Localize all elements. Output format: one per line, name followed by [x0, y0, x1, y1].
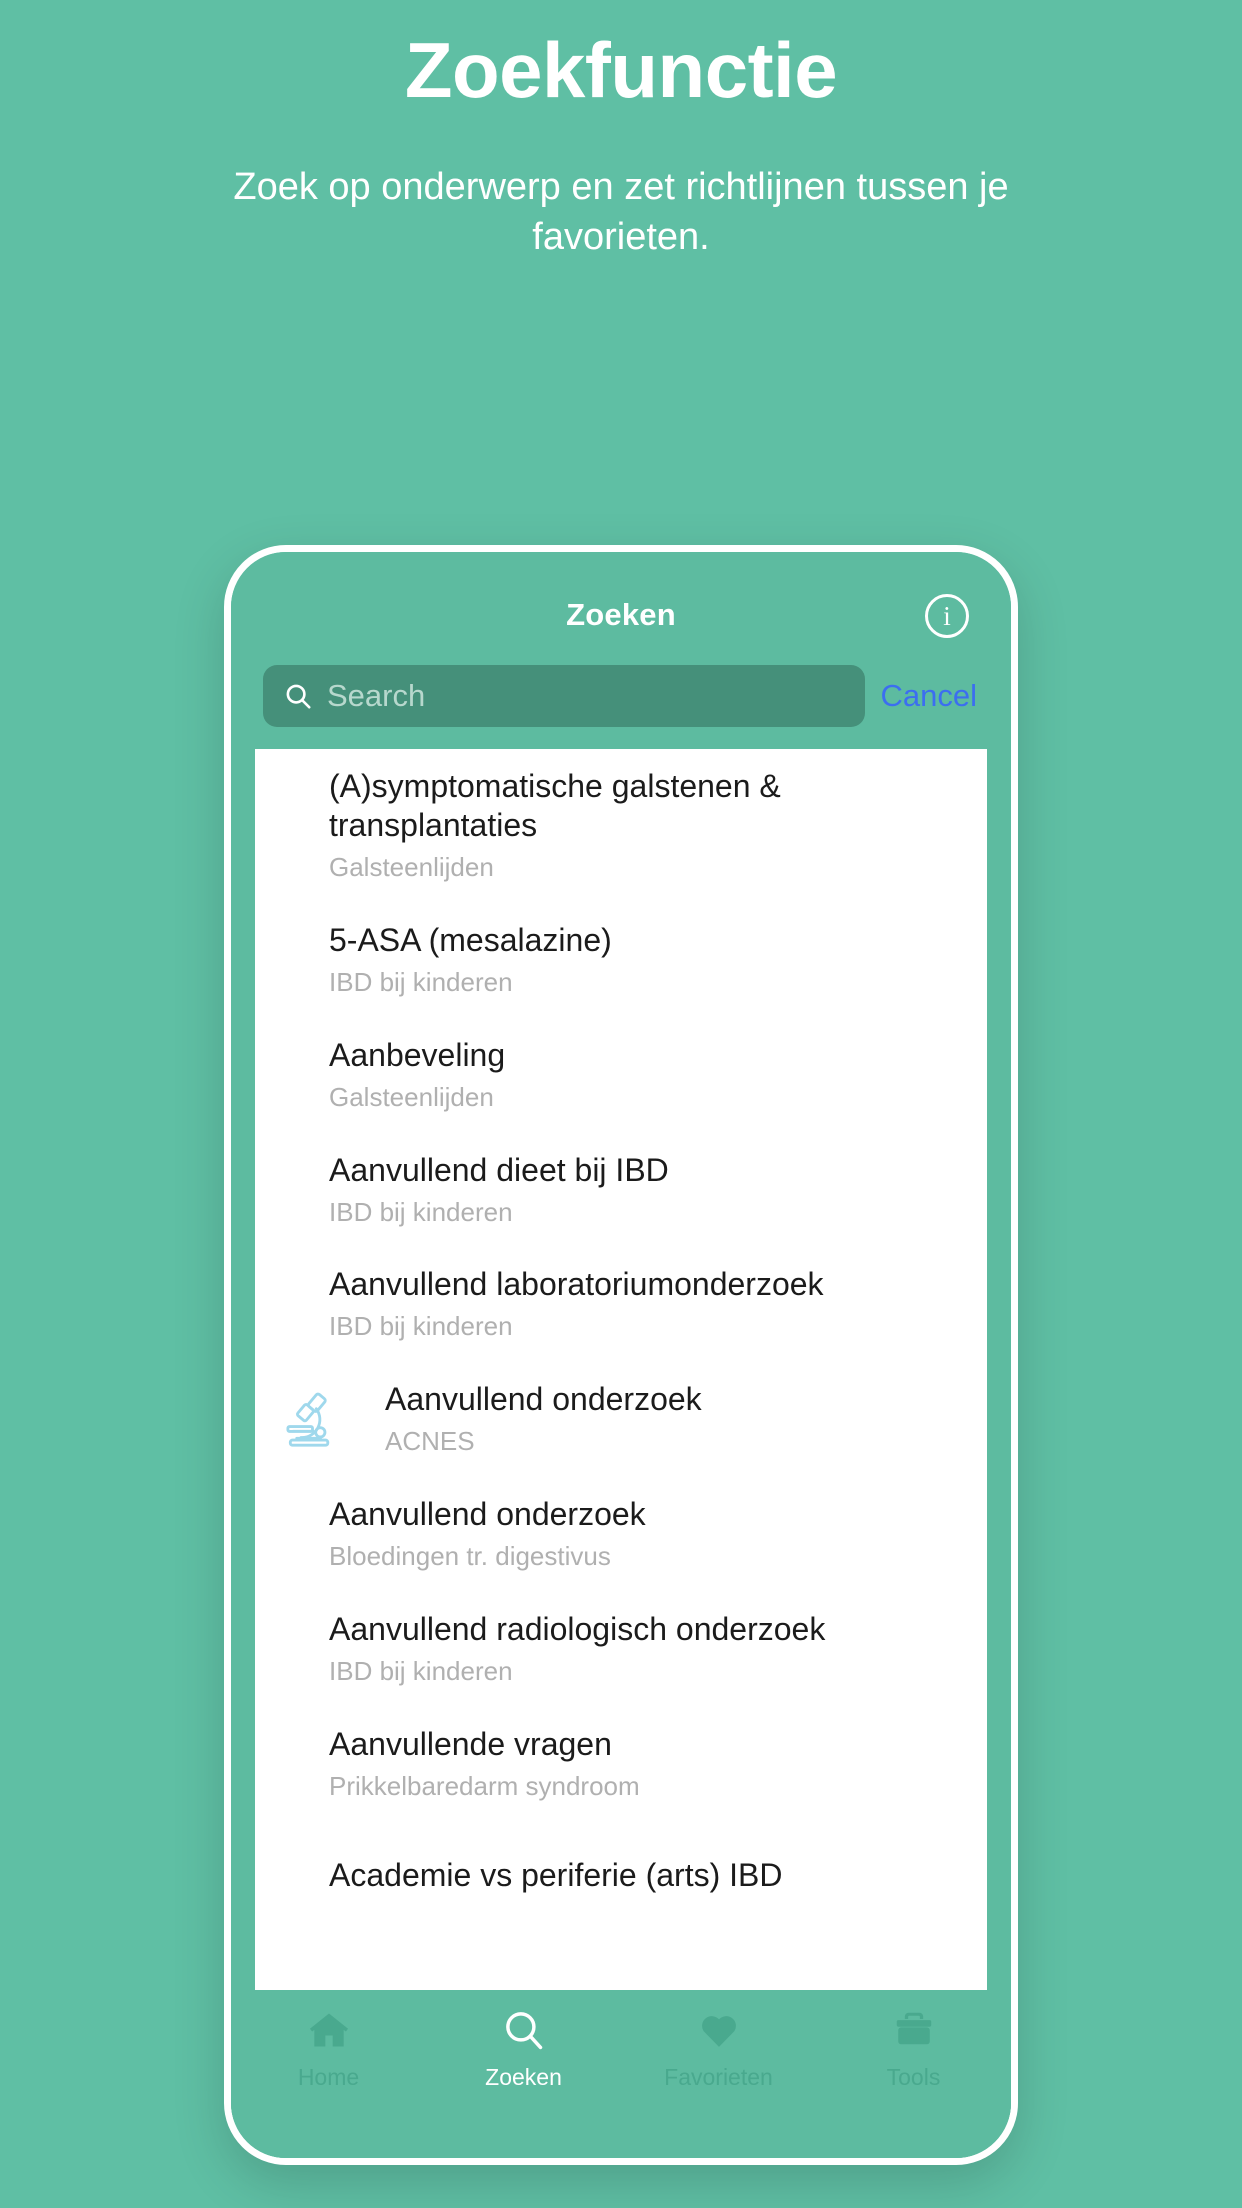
- search-field[interactable]: Search: [263, 665, 865, 727]
- search-result-content: (A)symptomatische galstenen & transplant…: [255, 749, 987, 903]
- toolbox-icon: [890, 2008, 938, 2052]
- search-result-content: Aanbeveling Galsteenlijden: [255, 1018, 987, 1133]
- search-result-text: Aanvullend onderzoek Bloedingen tr. diges…: [311, 1495, 987, 1574]
- search-result-subtitle: Bloedingen tr. digestivus: [329, 1541, 611, 1572]
- search-result-row[interactable]: 5-ASA (mesalazine) IBD bij kinderen: [255, 903, 987, 1018]
- search-result-title: 5-ASA (mesalazine): [329, 921, 612, 958]
- search-result-row[interactable]: Academie vs periferie (arts) IBD: [255, 1821, 987, 1929]
- search-result-text: Aanvullend radiologisch onderzoek IBD bij…: [311, 1610, 987, 1689]
- cancel-button[interactable]: Cancel: [881, 678, 988, 714]
- search-result-content: 5-ASA (mesalazine) IBD bij kinderen: [255, 903, 987, 1018]
- search-result-content: Aanvullend onderzoek ACNES: [255, 1362, 987, 1477]
- home-icon: [305, 2008, 353, 2052]
- tab-label-zoeken: Zoeken: [485, 2064, 562, 2090]
- search-result-row[interactable]: Aanvullend onderzoek ACNES: [255, 1362, 987, 1477]
- search-result-content: Aanvullend laboratoriumonderzoek IBD bij …: [255, 1247, 987, 1362]
- info-circle-icon[interactable]: i: [925, 594, 969, 638]
- search-result-text: (A)symptomatische galstenen & transplant…: [311, 767, 987, 885]
- search-result-row[interactable]: Aanvullend laboratoriumonderzoek IBD bij …: [255, 1247, 987, 1362]
- navbar-title: Zoeken: [566, 597, 676, 632]
- search-result-text: 5-ASA (mesalazine) IBD bij kinderen: [311, 921, 987, 1000]
- search-result-row[interactable]: Aanvullende vragen Prikkelbaredarm syndro…: [255, 1707, 987, 1822]
- tab-favorieten[interactable]: Favorieten: [621, 2008, 816, 2091]
- tab-label-tools: Tools: [886, 2064, 941, 2090]
- search-result-text: Aanvullende vragen Prikkelbaredarm syndro…: [311, 1725, 987, 1804]
- search-result-title: Aanvullend laboratoriumonderzoek: [329, 1266, 824, 1303]
- tab-tools[interactable]: Tools: [816, 2008, 1011, 2091]
- search-result-content: Academie vs periferie (arts) IBD: [255, 1821, 987, 1929]
- heart-icon: [695, 2008, 743, 2052]
- search-result-row[interactable]: Aanvullend dieet bij IBD IBD bij kinderen: [255, 1133, 987, 1248]
- search-results-list[interactable]: (A)symptomatische galstenen & transplant…: [255, 749, 987, 1990]
- search-result-row[interactable]: Aanvullend radiologisch onderzoek IBD bij…: [255, 1592, 987, 1707]
- search-icon: [500, 2008, 548, 2052]
- tab-zoeken[interactable]: Zoeken: [426, 2008, 621, 2091]
- search-result-text: Aanbeveling Galsteenlijden: [311, 1036, 987, 1115]
- app-navbar: Zoeken i: [231, 552, 1011, 657]
- search-input[interactable]: Search: [327, 678, 425, 714]
- search-result-title: Academie vs periferie (arts) IBD: [329, 1856, 783, 1893]
- search-result-row[interactable]: (A)symptomatische galstenen & transplant…: [255, 749, 987, 903]
- search-result-title: Aanbeveling: [329, 1036, 506, 1073]
- tab-home[interactable]: Home: [231, 2008, 426, 2091]
- search-result-subtitle: Prikkelbaredarm syndroom: [329, 1770, 640, 1801]
- tab-label-home: Home: [297, 2064, 360, 2090]
- search-result-text: Aanvullend laboratoriumonderzoek IBD bij …: [311, 1265, 987, 1344]
- search-row: Search Cancel: [231, 657, 1011, 749]
- phone-screen: Zoeken i Search Cancel (A)symptomatische…: [231, 552, 1011, 2158]
- bottom-tab-bar: Home Zoeken Favorieten Tools: [231, 1990, 1011, 2158]
- search-result-row[interactable]: Aanvullend onderzoek Bloedingen tr. diges…: [255, 1477, 987, 1592]
- search-result-subtitle: IBD bij kinderen: [329, 966, 513, 997]
- microscope-icon: [255, 1384, 367, 1456]
- search-icon: [283, 681, 313, 711]
- search-result-subtitle: Galsteenlijden: [329, 1081, 494, 1112]
- search-result-subtitle: Galsteenlijden: [329, 852, 494, 883]
- search-result-subtitle: IBD bij kinderen: [329, 1311, 513, 1342]
- search-result-content: Aanvullende vragen Prikkelbaredarm syndro…: [255, 1707, 987, 1822]
- search-result-text: Academie vs periferie (arts) IBD: [311, 1856, 987, 1895]
- search-result-content: Aanvullend radiologisch onderzoek IBD bij…: [255, 1592, 987, 1707]
- search-result-title: (A)symptomatische galstenen & transplant…: [329, 768, 781, 844]
- search-result-subtitle: IBD bij kinderen: [329, 1655, 513, 1686]
- search-result-text: Aanvullend dieet bij IBD IBD bij kinderen: [311, 1151, 987, 1230]
- search-result-title: Aanvullend dieet bij IBD: [329, 1151, 669, 1188]
- search-result-content: Aanvullend dieet bij IBD IBD bij kinderen: [255, 1133, 987, 1248]
- page-title: Zoekfunctie: [404, 26, 838, 114]
- search-result-content: Aanvullend onderzoek Bloedingen tr. diges…: [255, 1477, 987, 1592]
- search-result-subtitle: IBD bij kinderen: [329, 1196, 513, 1227]
- search-result-title: Aanvullend radiologisch onderzoek: [329, 1610, 826, 1647]
- search-result-title: Aanvullend onderzoek: [329, 1496, 646, 1532]
- search-result-subtitle: ACNES: [385, 1426, 475, 1457]
- page-subtitle: Zoek op onderwerp en zet richtlijnen tus…: [233, 165, 1009, 258]
- phone-mockup: Zoeken i Search Cancel (A)symptomatische…: [224, 545, 1018, 2165]
- search-result-row[interactable]: Aanbeveling Galsteenlijden: [255, 1018, 987, 1133]
- tab-label-favorieten: Favorieten: [664, 2064, 773, 2090]
- promo-header: Zoekfunctie Zoek op onderwerp en zet ric…: [0, 0, 1242, 262]
- search-result-title: Aanvullend onderzoek: [385, 1381, 702, 1418]
- search-result-title: Aanvullende vragen: [329, 1725, 612, 1762]
- search-result-text: Aanvullend onderzoek ACNES: [367, 1380, 987, 1459]
